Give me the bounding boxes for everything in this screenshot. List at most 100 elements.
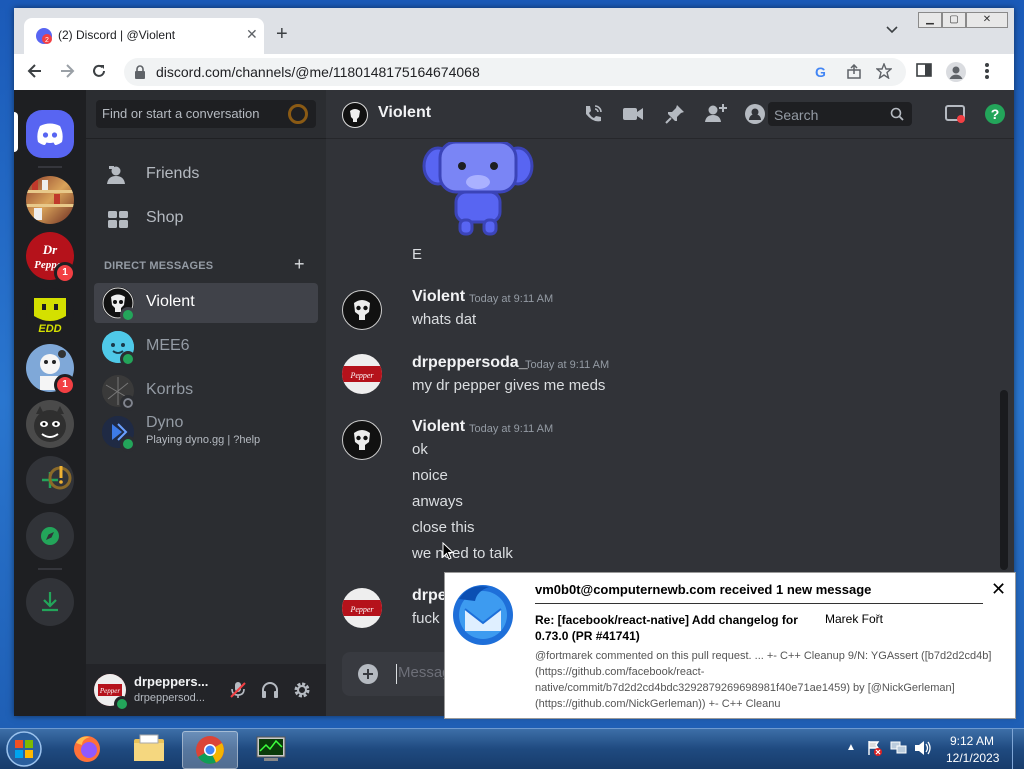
message-author[interactable]: Violent (412, 288, 465, 306)
folder-icon (134, 734, 164, 761)
forward-arrow-icon[interactable] (58, 62, 76, 80)
browser-tab[interactable]: 2 (2) Discord | @Violent ✕ (24, 18, 264, 54)
pinned-messages-icon[interactable] (664, 103, 686, 125)
svg-text:Dr: Dr (42, 242, 58, 257)
tab-close-icon[interactable]: ✕ (246, 26, 258, 43)
tab-search-chevron-icon[interactable] (886, 26, 898, 34)
show-desktop-button[interactable] (1012, 729, 1024, 769)
svg-text:Pepper: Pepper (349, 605, 374, 614)
server-icon-shelves[interactable] (26, 176, 74, 224)
server-rail: Dr Pepper 1 EDD 1 (14, 90, 86, 716)
inbox-icon[interactable] (944, 103, 966, 125)
friends-label: Friends (146, 165, 200, 182)
notification-close-icon[interactable]: ✕ (991, 579, 1006, 600)
clock-time[interactable]: 9:12 AM (950, 734, 994, 748)
composer-placeholder: Messag (398, 664, 451, 681)
voice-call-icon[interactable] (582, 103, 604, 125)
message-timestamp: Today at 9:11 AM (469, 423, 554, 435)
search-icon (890, 107, 904, 121)
minimize-icon[interactable]: ▁ (918, 12, 942, 28)
tray-volume-icon[interactable] (914, 740, 932, 756)
add-server-button[interactable] (26, 456, 74, 504)
lock-icon (134, 65, 146, 79)
user-tag: drpeppersod... (134, 692, 205, 704)
mouse-cursor-icon (442, 542, 454, 560)
headphones-icon[interactable] (260, 680, 280, 700)
dm-item-mee6[interactable]: MEE6 (94, 327, 318, 367)
svg-text:Pepper: Pepper (349, 371, 374, 380)
shop-icon (106, 208, 130, 230)
add-friends-to-dm-icon[interactable] (704, 102, 728, 124)
header-search-placeholder: Search (774, 107, 819, 123)
side-panel-icon[interactable] (916, 62, 932, 78)
profile-avatar-icon[interactable] (946, 62, 966, 82)
tray-expand-icon[interactable]: ▲ (846, 742, 856, 753)
google-icon[interactable]: G (814, 64, 830, 80)
reload-icon[interactable] (90, 62, 108, 80)
tray-action-center-icon[interactable] (866, 740, 882, 756)
back-arrow-icon[interactable] (26, 62, 44, 80)
message-text: we need to talk (412, 545, 513, 562)
bookmark-star-icon[interactable] (876, 63, 892, 79)
message-timestamp: Today at 9:11 AM (469, 293, 554, 305)
share-icon[interactable] (846, 64, 862, 80)
message-text: noice (412, 467, 448, 484)
plus-icon (42, 466, 72, 490)
nav-shop[interactable]: Shop (94, 198, 318, 240)
settings-gear-icon[interactable] (292, 680, 312, 700)
find-conversation-input[interactable]: Find or start a conversation (96, 100, 316, 128)
status-online-icon (120, 351, 136, 367)
taskbar-task-manager[interactable] (244, 731, 298, 767)
start-button[interactable] (4, 729, 44, 769)
notification-title: vm0b0t@computernewb.com received 1 new m… (535, 582, 872, 597)
windows-logo-icon (6, 731, 42, 767)
email-notification-popup[interactable]: vm0b0t@computernewb.com received 1 new m… (444, 572, 1016, 719)
sticker-wumpus[interactable] (416, 142, 540, 238)
tray-network-icon[interactable] (890, 740, 908, 756)
message-avatar[interactable] (342, 420, 382, 460)
tab-badge: 2 (45, 37, 49, 44)
download-apps-button[interactable] (26, 578, 74, 626)
nav-friends[interactable]: Friends (94, 154, 318, 196)
maximize-icon[interactable]: ▢ (942, 12, 966, 28)
help-icon[interactable]: ? (984, 103, 1006, 125)
video-call-icon[interactable] (622, 103, 644, 125)
address-bar[interactable]: discord.com/channels/@me/118014817516467… (124, 58, 906, 86)
download-icon (42, 592, 58, 612)
server-icon-green-smile[interactable]: EDD (26, 288, 74, 336)
clock-date[interactable]: 12/1/2023 (946, 751, 999, 765)
selected-pill (14, 112, 18, 152)
dm-item-dyno[interactable]: Dyno Playing dyno.gg | ?help (94, 410, 318, 454)
taskbar-firefox[interactable] (60, 731, 114, 767)
server-badge: 1 (54, 374, 76, 396)
chat-scrollbar[interactable] (1000, 390, 1008, 570)
dm-sidebar: Find or start a conversation Friends Sho… (86, 90, 326, 716)
create-dm-plus-icon[interactable]: + (294, 254, 305, 275)
mute-mic-icon[interactable] (228, 680, 248, 700)
username: drpeppers... (134, 674, 209, 689)
compass-icon (41, 527, 59, 545)
message-author[interactable]: drpeppersoda_ (412, 354, 528, 372)
explore-servers-button[interactable] (26, 512, 74, 560)
firefox-icon (74, 736, 100, 762)
header-search-input[interactable]: Search (768, 102, 912, 126)
browser-menu-icon[interactable] (984, 62, 990, 80)
attach-plus-icon[interactable] (358, 664, 378, 684)
channel-name: Violent (378, 104, 432, 121)
window-close-icon[interactable]: ✕ (966, 12, 1008, 28)
thunderbird-icon (449, 579, 517, 647)
message-avatar[interactable] (342, 290, 382, 330)
dm-item-violent[interactable]: Violent (94, 283, 318, 323)
user-profile-icon[interactable] (744, 103, 766, 125)
message-avatar[interactable]: Pepper (342, 588, 382, 628)
message-avatar[interactable]: Pepper (342, 354, 382, 394)
taskbar-chrome[interactable] (182, 731, 238, 769)
loading-ring-icon (288, 104, 308, 124)
dm-item-korrbs[interactable]: Korrbs (94, 371, 318, 411)
taskbar-explorer[interactable] (122, 731, 176, 767)
new-tab-icon[interactable]: + (276, 24, 288, 44)
discord-home-button[interactable] (26, 110, 74, 158)
notification-sender: Marek Fořt (825, 612, 884, 626)
message-author[interactable]: Violent (412, 418, 465, 436)
server-icon-cat[interactable] (26, 400, 74, 448)
